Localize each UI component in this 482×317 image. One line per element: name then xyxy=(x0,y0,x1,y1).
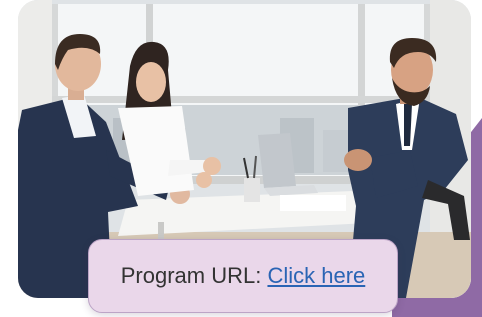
program-url-card: Program URL: Click here xyxy=(88,239,398,313)
program-url-link[interactable]: Click here xyxy=(267,263,365,288)
program-url-label: Program URL: xyxy=(120,263,262,288)
program-url-line: Program URL: Click here xyxy=(121,263,366,289)
